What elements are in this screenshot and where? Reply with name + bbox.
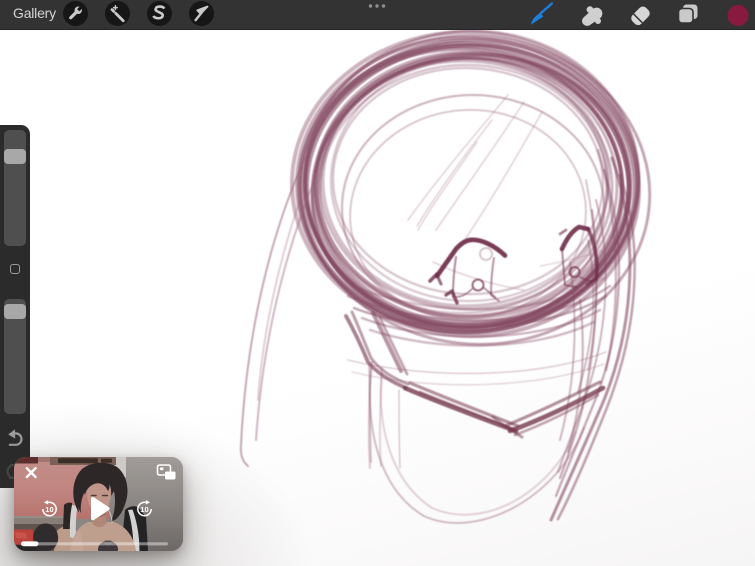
svg-text:10: 10 xyxy=(140,505,148,514)
svg-text:10: 10 xyxy=(45,505,53,514)
